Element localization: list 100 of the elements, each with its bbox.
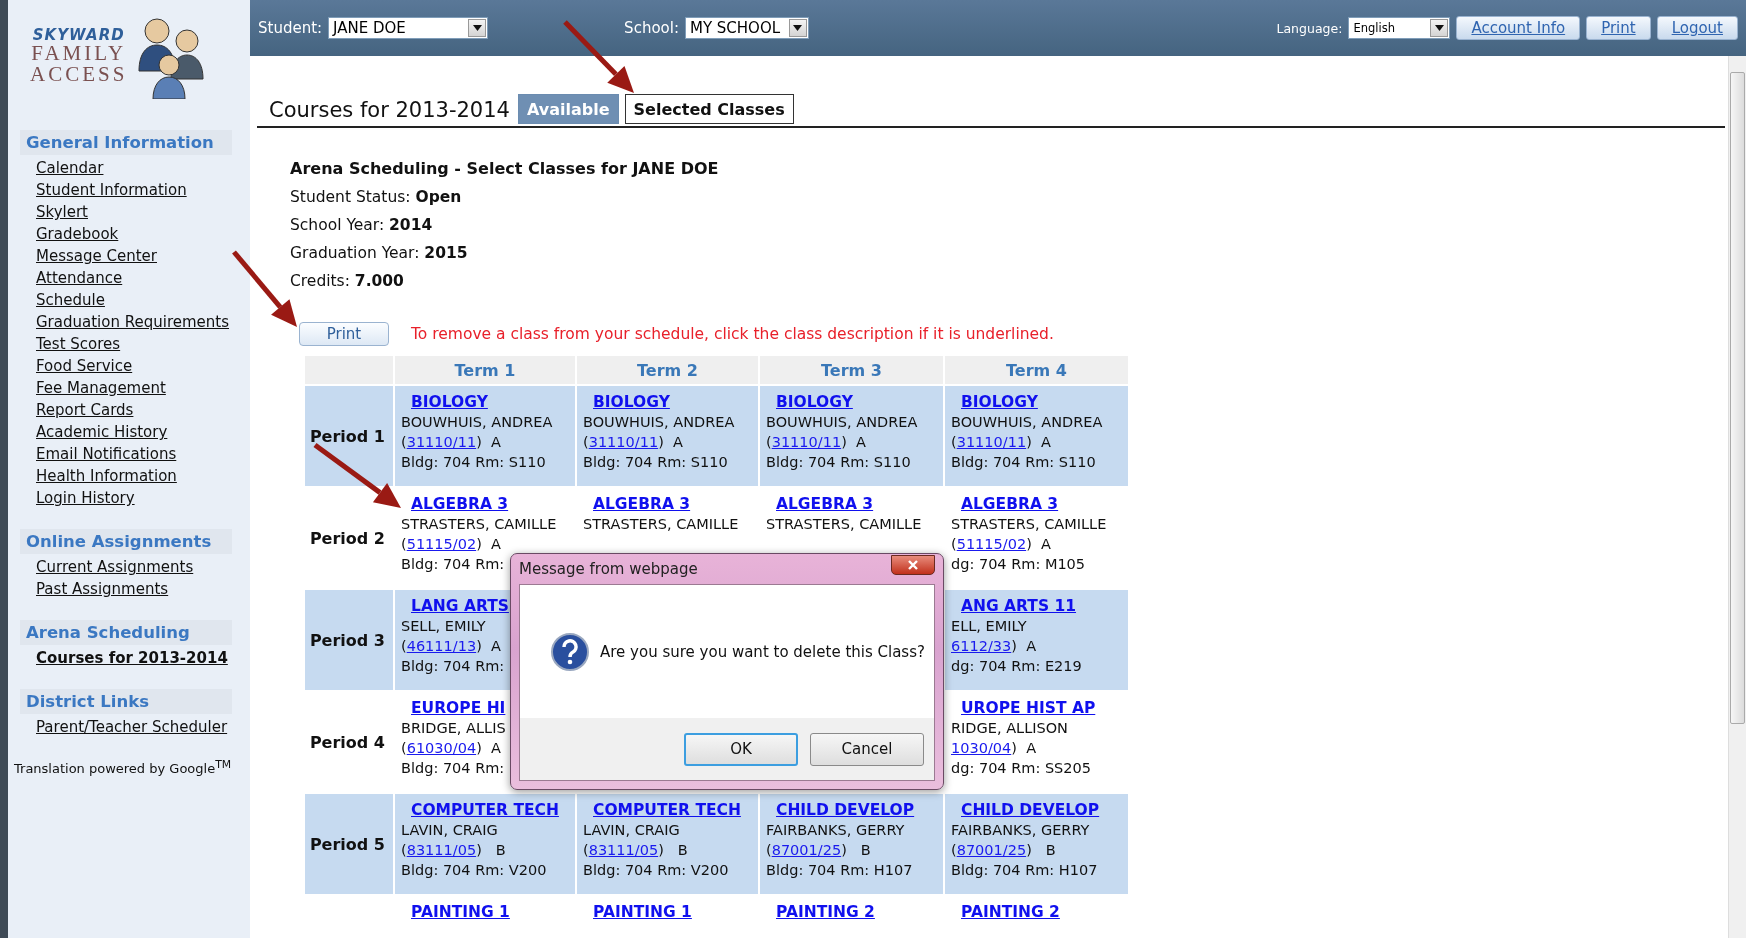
nav-link[interactable]: Academic History <box>36 421 168 443</box>
section-link[interactable]: 1030/04 <box>951 740 1012 756</box>
language-select[interactable]: English <box>1348 17 1451 39</box>
course-link[interactable]: PAINTING 1 <box>593 902 692 922</box>
room-text: Bldg: 704 Rm: V200 <box>401 861 547 880</box>
nav-link[interactable]: Test Scores <box>36 333 121 355</box>
section-link[interactable]: 31110/11 <box>588 434 659 450</box>
nav-link[interactable]: Parent/Teacher Scheduler <box>36 716 228 738</box>
question-icon <box>550 631 590 672</box>
code-paren: ( <box>401 536 407 552</box>
nav-link[interactable]: Schedule <box>36 289 105 311</box>
nav-link[interactable]: Health Information <box>36 465 177 487</box>
section-link[interactable]: 83111/05 <box>406 842 477 858</box>
course-link[interactable]: BIOLOGY <box>776 392 853 412</box>
section-link[interactable]: 6112/33 <box>951 638 1012 654</box>
period-cell: Period 5 <box>305 794 393 894</box>
nav-link[interactable]: Skylert <box>36 201 88 223</box>
teacher-name: BOUWHUIS, ANDREA <box>583 413 735 432</box>
header-button[interactable]: Account Info <box>1456 16 1581 40</box>
nav-link[interactable]: Report Cards <box>36 399 134 421</box>
nav-link[interactable]: Email Notifications <box>36 443 177 465</box>
section-grade: ) A <box>476 638 501 654</box>
teacher-name: BOUWHUIS, ANDREA <box>766 413 918 432</box>
section-heading: District Links <box>20 689 232 714</box>
course-link[interactable]: LANG ARTS <box>411 596 509 616</box>
section-link[interactable]: 87001/25 <box>771 842 842 858</box>
teacher-name: LAVIN, CRAIG <box>401 821 498 840</box>
section-grade: ) A <box>1011 740 1037 756</box>
nav-link[interactable]: Graduation Requirements <box>36 311 229 333</box>
section-link[interactable]: 87001/25 <box>956 842 1027 858</box>
section-heading: Arena Scheduling <box>20 620 232 645</box>
course-link[interactable]: ALGEBRA 3 <box>593 494 691 514</box>
caret-icon <box>1434 25 1444 31</box>
course-link[interactable]: CHILD DEVELOP <box>961 800 1100 820</box>
course-link[interactable]: PAINTING 2 <box>776 902 875 922</box>
nav-link[interactable]: Past Assignments <box>36 578 169 600</box>
course-link[interactable]: BIOLOGY <box>961 392 1038 412</box>
scrollbar[interactable] <box>1728 56 1746 938</box>
course-link[interactable]: BIOLOGY <box>411 392 488 412</box>
teacher-name: STRASTERS, CAMILLE <box>766 515 922 534</box>
course-link[interactable]: EUROPE HI <box>411 698 506 718</box>
nav-link[interactable]: Courses for 2013-2014 <box>36 647 228 669</box>
nav-link[interactable]: Current Assignments <box>36 556 194 578</box>
course-link[interactable]: PAINTING 2 <box>961 902 1060 922</box>
course-link[interactable]: ALGEBRA 3 <box>411 494 509 514</box>
caret-icon <box>793 25 803 31</box>
course-link[interactable]: COMPUTER TECH <box>593 800 741 820</box>
column-header: Term 3 <box>760 356 943 384</box>
nav-link[interactable]: Food Service <box>36 355 133 377</box>
room-text: Bldg: 704 Rm: S110 <box>951 453 1096 472</box>
section-grade: ) A <box>841 434 866 450</box>
nav-link[interactable]: Fee Management <box>36 377 166 399</box>
nav-link[interactable]: Student Information <box>36 179 187 201</box>
header-button[interactable]: Print <box>1586 16 1651 40</box>
teacher-name: BOUWHUIS, ANDREA <box>401 413 553 432</box>
code-paren: ( <box>951 536 957 552</box>
code-paren: ( <box>401 740 407 756</box>
section-grade: ) A <box>1026 434 1051 450</box>
code-paren: ( <box>583 842 589 858</box>
dialog-button[interactable]: OK <box>684 732 798 766</box>
tab[interactable]: Selected Classes <box>624 94 794 124</box>
section-link[interactable]: 46111/13 <box>406 638 477 654</box>
course-link[interactable]: UROPE HIST AP <box>961 698 1096 718</box>
nav-link[interactable]: Attendance <box>36 267 123 289</box>
section-link[interactable]: 51115/02 <box>956 536 1027 552</box>
dialog-title: Message from webpage <box>519 560 698 578</box>
page-title: Courses for 2013-2014 <box>269 98 510 124</box>
section-link[interactable]: 31110/11 <box>771 434 842 450</box>
dialog-button[interactable]: Cancel <box>810 732 924 766</box>
room-text: dg: 704 Rm: SS205 <box>951 759 1091 778</box>
nav-link[interactable]: Login History <box>36 487 135 509</box>
nav-link[interactable]: Message Center <box>36 245 157 267</box>
course-link[interactable]: ALGEBRA 3 <box>961 494 1059 514</box>
nav-link[interactable]: Gradebook <box>36 223 119 245</box>
code-paren: ( <box>766 842 772 858</box>
info-line: Student Status: Open <box>290 188 463 206</box>
nav-link[interactable]: Calendar <box>36 157 104 179</box>
section-link[interactable]: 83111/05 <box>588 842 659 858</box>
teacher-name: SELL, EMILY <box>401 617 486 636</box>
room-text: dg: 704 Rm: E219 <box>951 657 1082 676</box>
section-link[interactable]: 51115/02 <box>406 536 477 552</box>
course-link[interactable]: BIOLOGY <box>593 392 670 412</box>
section-link[interactable]: 31110/11 <box>956 434 1027 450</box>
section-grade: ) B <box>841 842 871 858</box>
course-link[interactable]: COMPUTER TECH <box>411 800 559 820</box>
header-button[interactable]: Logout <box>1656 16 1738 40</box>
student-select[interactable]: JANE DOE <box>328 17 489 39</box>
section-grade: ) A <box>476 740 501 756</box>
course-link[interactable]: ALGEBRA 3 <box>776 494 874 514</box>
course-link[interactable]: PAINTING 1 <box>411 902 510 922</box>
section-link[interactable]: 31110/11 <box>406 434 477 450</box>
section-link[interactable]: 61030/04 <box>406 740 477 756</box>
course-link[interactable]: ANG ARTS 11 <box>961 596 1077 616</box>
close-button[interactable] <box>891 555 935 575</box>
section-grade: ) A <box>1011 638 1037 654</box>
teacher-name: STRASTERS, CAMILLE <box>951 515 1107 534</box>
print-button[interactable]: Print <box>299 322 389 346</box>
course-link[interactable]: CHILD DEVELOP <box>776 800 915 820</box>
period-cell: Period 3 <box>305 590 393 690</box>
school-select[interactable]: MY SCHOOL <box>684 17 809 39</box>
